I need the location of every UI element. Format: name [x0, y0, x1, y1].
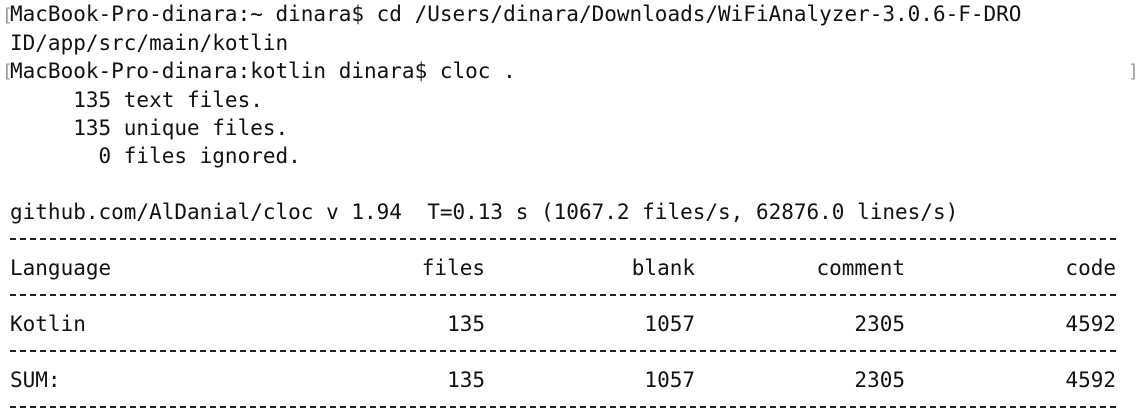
- sum-blank: 1057: [644, 368, 695, 392]
- column-header-files: files: [421, 256, 485, 280]
- command-line-1: MacBook-Pro-dinara:~ dinara$ cd /Users/d…: [10, 2, 1022, 26]
- row-language: Kotlin: [10, 312, 86, 336]
- sum-comment: 2305: [854, 368, 905, 392]
- summary-unique-files: 135 unique files.: [10, 116, 289, 140]
- column-header-code: code: [1065, 256, 1116, 280]
- table-rule: [10, 238, 1116, 240]
- table-rule: [10, 350, 1116, 352]
- column-header-language: Language: [10, 256, 112, 280]
- summary-text-files: 135 text files.: [10, 88, 263, 112]
- sum-label: SUM:: [10, 368, 61, 392]
- command-line-wrap: ID/app/src/main/kotlin: [10, 31, 289, 55]
- column-header-blank: blank: [631, 256, 695, 280]
- table-rule: [10, 406, 1116, 408]
- row-blank: 1057: [644, 312, 695, 336]
- command-line-2: MacBook-Pro-dinara:kotlin dinara$ cloc .: [10, 59, 516, 83]
- row-comment: 2305: [854, 312, 905, 336]
- sum-code: 4592: [1065, 368, 1116, 392]
- terminal-window[interactable]: [ MacBook-Pro-dinara:~ dinara$ cd /Users…: [0, 0, 1136, 420]
- row-code: 4592: [1065, 312, 1116, 336]
- cloc-header-line: github.com/AlDanial/cloc v 1.94 T=0.13 s…: [10, 200, 959, 224]
- summary-files-ignored: 0 files ignored.: [10, 144, 301, 168]
- column-header-comment: comment: [816, 256, 905, 280]
- row-files: 135: [447, 312, 485, 336]
- table-rule: [10, 294, 1116, 296]
- prompt-mark: ]: [1128, 58, 1136, 86]
- sum-files: 135: [447, 368, 485, 392]
